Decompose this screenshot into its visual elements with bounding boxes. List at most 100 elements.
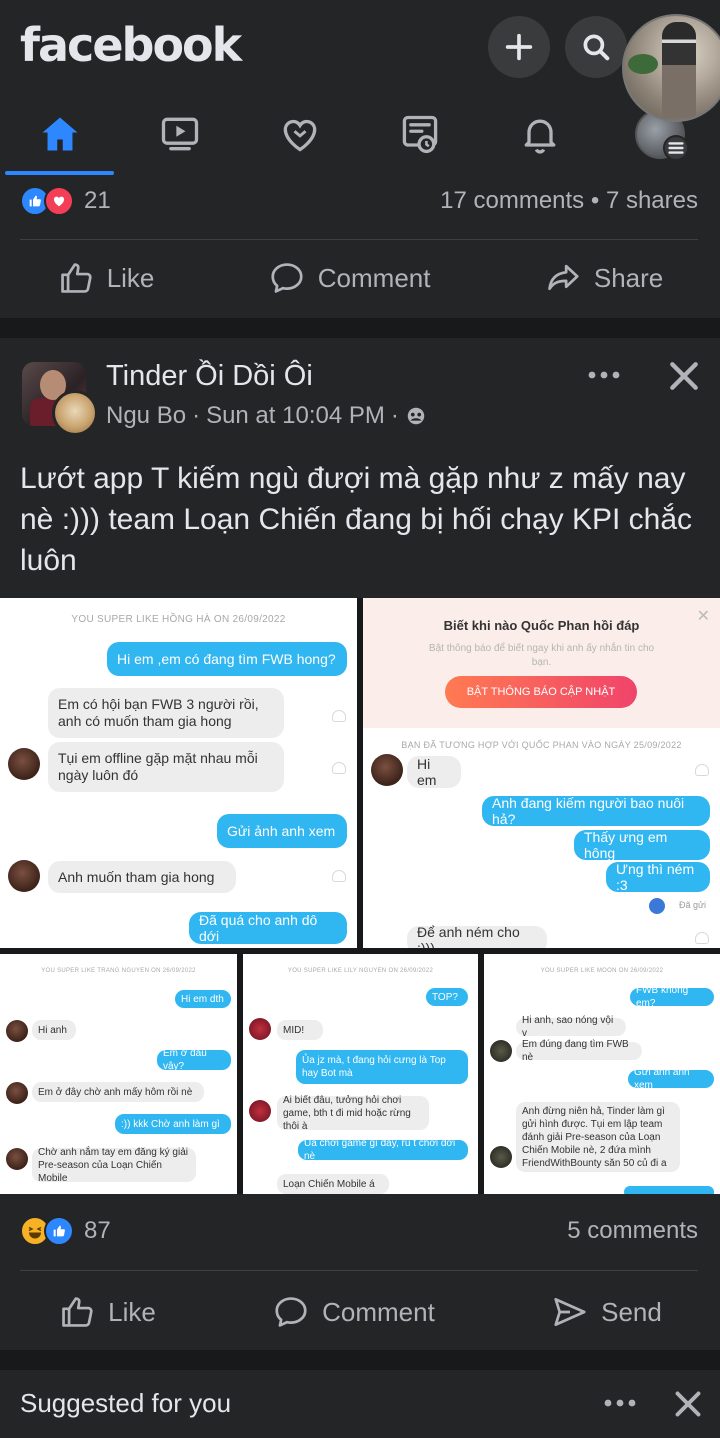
tab-notifications[interactable] xyxy=(485,96,595,172)
divider xyxy=(20,1270,698,1271)
share-count: 7 shares xyxy=(605,187,698,214)
chat-bubble: Anh đừng niên hả, Tinder làm gì gửi hình… xyxy=(516,1102,680,1172)
chat-bubble: Anh muốn tham gia hong xyxy=(48,861,236,893)
post-avatar-group[interactable] xyxy=(22,362,98,436)
tab-home[interactable] xyxy=(5,96,115,172)
read-receipt-icon xyxy=(649,898,665,914)
thumbs-up-icon xyxy=(60,263,92,293)
more-options-button[interactable] xyxy=(600,1386,640,1428)
comment-button[interactable]: Comment xyxy=(272,1293,435,1331)
post-time[interactable]: Sun at 10:04 PM xyxy=(206,402,385,430)
thumbs-up-icon xyxy=(62,1297,93,1327)
more-dots-icon xyxy=(604,1399,636,1407)
chat-bubble: Gửi ảnh anh xem xyxy=(217,814,347,848)
chat-bubble: Ưng thì ném :3 xyxy=(606,861,710,893)
photo-2[interactable]: ✕ Biết khi nào Quốc Phan hồi đáp Bật thô… xyxy=(363,598,720,948)
comment-bubble-icon xyxy=(275,1297,307,1327)
avatar xyxy=(8,860,40,892)
chat-bubble: Ủa chơi game gì đây, rủ t chơi dới nè xyxy=(298,1138,468,1162)
chat-bubble: MID! xyxy=(277,1020,323,1040)
tab-watch[interactable] xyxy=(125,96,235,172)
photo-5[interactable]: YOU SUPER LIKE MOON ON 26/09/2022 FWB kh… xyxy=(484,954,720,1194)
photo-1[interactable]: YOU SUPER LIKE HỒNG HÀ ON 26/09/2022 Hi … xyxy=(0,598,357,948)
photo-grid: YOU SUPER LIKE HỒNG HÀ ON 26/09/2022 Hi … xyxy=(0,598,720,1194)
chat-bubble xyxy=(624,1186,714,1194)
notification-banner: ✕ Biết khi nào Quốc Phan hồi đáp Bật thô… xyxy=(363,598,720,728)
chat-bubble: Em đúng đang tìm FWB nè xyxy=(516,1039,642,1063)
author-name[interactable]: Ngu Bo xyxy=(106,402,186,430)
facebook-logo: facebook xyxy=(20,18,242,72)
chat-bubble: Thấy ưng em hông xyxy=(574,829,710,861)
create-button[interactable] xyxy=(488,16,550,78)
reactions-summary[interactable]: 87 xyxy=(20,1216,111,1246)
comment-share-counts[interactable]: 17 comments • 7 shares xyxy=(440,187,698,215)
menu-icon xyxy=(663,135,689,161)
comment-bubble-icon xyxy=(271,263,303,293)
post-stats: 21 17 comments • 7 shares xyxy=(20,176,698,226)
chat-bubble: Ủa jz mà, t đang hỏi cưng là Top hay Bot… xyxy=(296,1050,468,1084)
like-button[interactable]: Like xyxy=(57,259,154,297)
notifications-bell-icon xyxy=(524,119,556,154)
photo-3[interactable]: YOU SUPER LIKE TRANG NGUYEN ON 26/09/202… xyxy=(0,954,237,1194)
chat-bubble: Loạn Chiến Mobile á xyxy=(277,1174,389,1194)
tab-dating[interactable] xyxy=(245,96,355,172)
avatar xyxy=(6,1148,28,1170)
privacy-group-icon xyxy=(407,407,425,425)
chat-bubble: Em có hội bạn FWB 3 người rồi, anh có mu… xyxy=(48,688,284,738)
avatar xyxy=(490,1146,512,1168)
tab-feeds[interactable] xyxy=(365,96,475,172)
photo-4[interactable]: YOU SUPER LIKE LILY NGUYEN ON 26/09/2022… xyxy=(243,954,478,1194)
chat-bubble: Để anh ném cho :))) xyxy=(407,924,547,948)
post-actions: Like Comment Send xyxy=(0,1274,720,1350)
comment-count: 17 comments xyxy=(440,187,585,214)
close-icon xyxy=(670,362,698,390)
home-icon xyxy=(42,117,78,151)
separator-dot: • xyxy=(590,187,600,214)
floating-profile-photo[interactable] xyxy=(622,14,720,122)
love-reaction-icon xyxy=(44,186,74,216)
comment-button[interactable]: Comment xyxy=(268,259,430,297)
top-app-bar: facebook xyxy=(0,0,720,176)
chat-bubble: Hi anh xyxy=(32,1020,76,1040)
heart-icon xyxy=(695,932,709,944)
plus-icon xyxy=(505,33,533,61)
avatar xyxy=(249,1018,271,1040)
post-card: 21 17 comments • 7 shares Like Comment S… xyxy=(0,176,720,318)
chat-bubble: Gửi ảnh anh xem xyxy=(628,1067,714,1091)
suggested-section: Suggested for you xyxy=(0,1370,720,1438)
chat-bubble: Em ở đây chờ anh mấy hôm rồi nè xyxy=(32,1082,204,1102)
more-dots-icon xyxy=(588,371,620,379)
like-button[interactable]: Like xyxy=(58,1293,156,1331)
group-name[interactable]: Tinder Ồi Dồi Ôi xyxy=(106,360,313,393)
avatar xyxy=(8,748,40,780)
reactions-summary[interactable]: 21 xyxy=(20,186,111,216)
chat-bubble: :)) kkk Chờ anh làm gì xyxy=(115,1114,231,1134)
chat-bubble: Hi anh, sao nóng vội v xyxy=(516,1015,626,1039)
like-reaction-icon xyxy=(44,1216,74,1246)
post-actions: Like Comment Share xyxy=(0,240,720,316)
post-meta: Ngu Bo · Sun at 10:04 PM · xyxy=(106,402,427,430)
active-tab-indicator xyxy=(5,171,114,175)
avatar xyxy=(249,1100,271,1122)
reaction-count: 21 xyxy=(84,187,111,214)
search-button[interactable] xyxy=(565,16,627,78)
avatar xyxy=(371,754,403,786)
chat-bubble: Ai biết đâu, tưởng hỏi chơi game, bth t … xyxy=(277,1095,429,1132)
chat-bubble: Đã quá cho anh dô dới xyxy=(189,912,347,944)
reaction-count: 87 xyxy=(84,1217,111,1244)
send-plane-icon xyxy=(554,1297,586,1327)
main-nav xyxy=(0,96,720,176)
author-avatar[interactable] xyxy=(52,390,98,436)
dismiss-button[interactable] xyxy=(670,1386,706,1422)
heart-icon xyxy=(332,870,346,882)
share-button[interactable]: Share xyxy=(544,259,663,297)
hide-post-button[interactable] xyxy=(664,356,704,396)
feeds-icon xyxy=(402,115,438,154)
section-title: Suggested for you xyxy=(20,1388,232,1418)
comment-count[interactable]: 5 comments xyxy=(567,1217,698,1245)
send-button[interactable]: Send xyxy=(551,1293,662,1331)
close-icon xyxy=(675,1391,701,1417)
chat-bubble: Tụi em offline gặp mặt nhau mỗi ngày luô… xyxy=(48,742,284,792)
heart-icon xyxy=(695,764,709,776)
more-options-button[interactable] xyxy=(584,358,624,392)
